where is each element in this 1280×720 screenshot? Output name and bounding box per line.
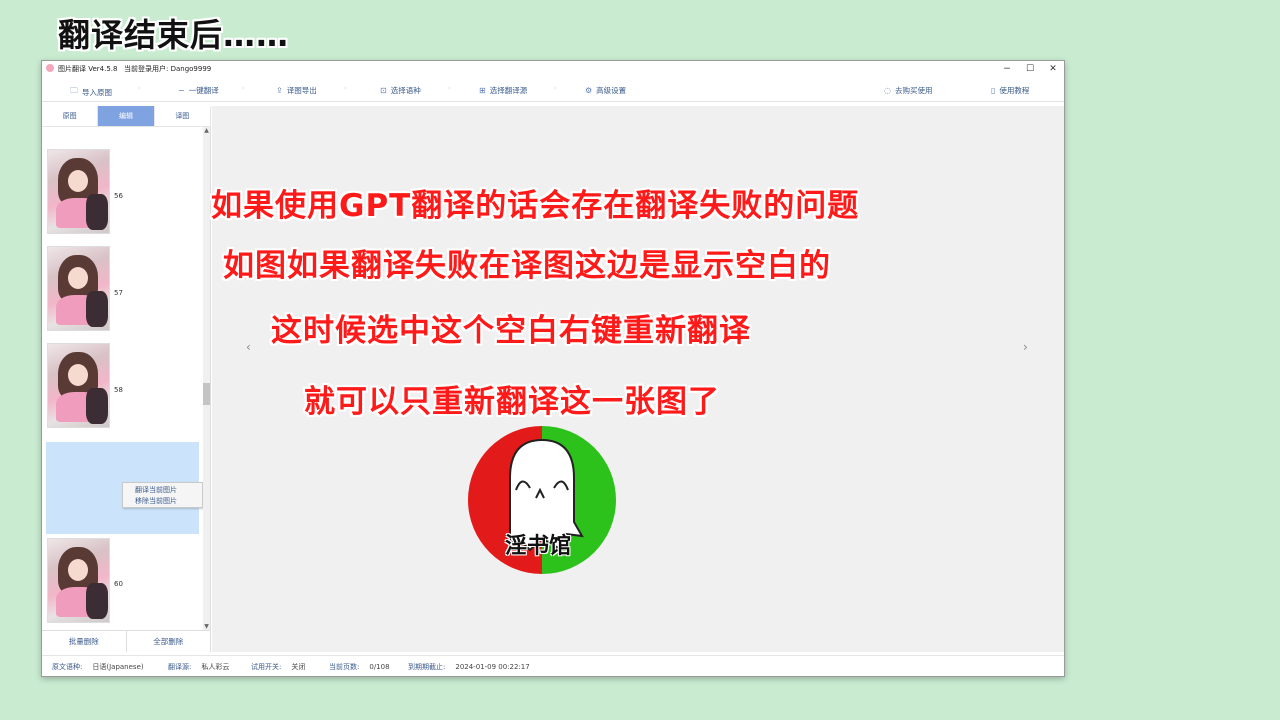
- annotation-line-4: 就可以只重新翻译这一张图了: [304, 384, 720, 420]
- trial-status: 试用开关: 关闭: [251, 663, 306, 671]
- view-tabs: 原图 编辑 译图: [42, 106, 211, 127]
- current-user: 当前登录用户: Dango9999: [124, 65, 212, 73]
- scroll-up-icon[interactable]: ▲: [203, 127, 210, 134]
- one-click-label: 一键翻译: [188, 86, 219, 95]
- prev-arrow-icon[interactable]: ‹: [246, 340, 251, 354]
- status-bar: 原文语种: 日语(Japanese) 翻译源: 私人彩云 试用开关: 关闭 当前页数:…: [42, 655, 1064, 677]
- import-label: 导入原图: [82, 87, 112, 97]
- thumbnail-image[interactable]: [47, 246, 110, 331]
- thumbnail-image[interactable]: [47, 343, 110, 428]
- app-title: 图片翻译 Ver4.5.8: [58, 65, 118, 73]
- page-count-status: 当前页数: 0/108: [329, 663, 390, 671]
- thumbnail-number: 56: [114, 192, 123, 200]
- scrollbar-thumb[interactable]: [203, 383, 210, 405]
- sidebar: 原图 编辑 译图 56 57 58 60 翻译当前图片 移除当前图片 ▲ ▼ 批…: [42, 106, 211, 652]
- select-source-button[interactable]: ⊞ 选择翻译源: [479, 85, 527, 96]
- one-click-translate-button[interactable]: − 一键翻译: [178, 85, 219, 96]
- expiry-status: 到期期截止: 2024-01-09 00:22:17: [408, 663, 530, 671]
- logo-text: 淫书馆: [505, 534, 572, 559]
- gear-icon: ⚙: [585, 86, 593, 95]
- translation-source-status: 翻译源: 私人彩云: [168, 663, 230, 671]
- help-icon: ▯: [991, 86, 996, 95]
- language-label: 选择语种: [390, 86, 421, 95]
- minimize-button[interactable]: −: [996, 62, 1018, 76]
- scroll-down-icon[interactable]: ▼: [203, 623, 210, 630]
- sidebar-scrollbar[interactable]: ▲ ▼: [203, 127, 210, 630]
- close-button[interactable]: ✕: [1042, 62, 1064, 76]
- context-menu: 翻译当前图片 移除当前图片: [122, 482, 203, 508]
- app-icon: [46, 64, 54, 72]
- thumbnail-list[interactable]: 56 57 58 60 翻译当前图片 移除当前图片: [42, 127, 211, 630]
- annotation-line-3: 这时候选中这个空白右键重新翻译: [271, 313, 751, 349]
- annotation-line-2: 如图如果翻译失败在译图这边是显示空白的: [223, 248, 831, 284]
- source-language-status: 原文语种: 日语(Japanese): [52, 663, 144, 671]
- thumbnail-image[interactable]: [47, 538, 110, 623]
- sidebar-actions: 批量删除 全部删除: [42, 630, 211, 652]
- tab-original[interactable]: 原图: [42, 106, 99, 127]
- import-image-button[interactable]: 🗀 导入原图: [70, 85, 112, 99]
- language-icon: ⊡: [380, 86, 387, 95]
- caption-text: 翻译结束后……: [58, 16, 290, 54]
- title-bar: 图片翻译 Ver4.5.8 当前登录用户: Dango9999 − ☐ ✕: [42, 61, 1064, 77]
- app-window: 图片翻译 Ver4.5.8 当前登录用户: Dango9999 − ☐ ✕ 🗀 导…: [41, 60, 1065, 677]
- menu-item-remove-current[interactable]: 移除当前图片: [135, 496, 202, 507]
- export-button[interactable]: ⇪ 译图导出: [276, 85, 317, 96]
- tutorial-button[interactable]: ▯ 使用教程: [991, 85, 1029, 96]
- minus-icon: −: [178, 86, 185, 95]
- next-arrow-icon[interactable]: ›: [1023, 340, 1028, 354]
- advanced-settings-button[interactable]: ⚙ 高级设置: [585, 85, 626, 96]
- batch-delete-button[interactable]: 批量删除: [42, 631, 127, 652]
- tutorial-label: 使用教程: [999, 86, 1030, 95]
- thumbnail-image[interactable]: [47, 149, 110, 234]
- tab-translated[interactable]: 译图: [154, 106, 211, 127]
- export-icon: ⇪: [276, 86, 283, 95]
- maximize-button[interactable]: ☐: [1019, 62, 1041, 76]
- toolbar: 🗀 导入原图 · − 一键翻译 · ⇪ 译图导出 · ⊡ 选择语种 · ⊞ 选择翻译源 ·…: [42, 80, 1064, 102]
- advanced-label: 高级设置: [596, 86, 627, 95]
- source-icon: ⊞: [479, 86, 486, 95]
- folder-icon: 🗀: [70, 86, 78, 95]
- thumbnail-number: 60: [114, 580, 123, 588]
- tab-edit[interactable]: 编辑: [98, 106, 155, 127]
- cart-icon: ◌: [884, 86, 891, 95]
- source-label: 选择翻译源: [489, 86, 528, 95]
- delete-all-button[interactable]: 全部删除: [127, 631, 211, 652]
- annotation-line-1: 如果使用GPT翻译的话会存在翻译失败的问题: [211, 188, 860, 224]
- thumbnail-number: 58: [114, 386, 123, 394]
- export-label: 译图导出: [286, 86, 317, 95]
- buy-label: 去购买使用: [894, 86, 933, 95]
- buy-button[interactable]: ◌ 去购买使用: [884, 85, 932, 96]
- menu-item-translate-current[interactable]: 翻译当前图片: [135, 485, 202, 496]
- select-language-button[interactable]: ⊡ 选择语种: [380, 85, 421, 96]
- thumbnail-number: 57: [114, 289, 123, 297]
